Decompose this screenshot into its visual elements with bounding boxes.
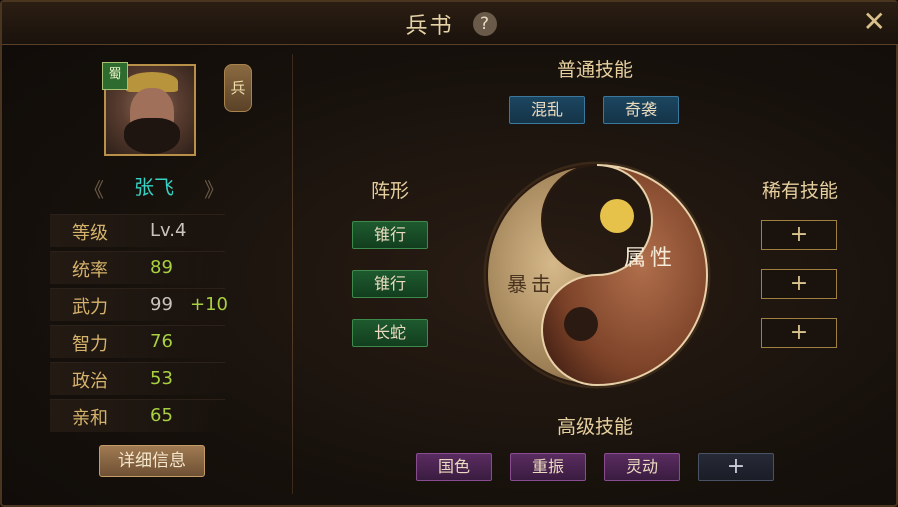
detail-info-button[interactable]: 详细信息 bbox=[99, 445, 205, 477]
stat-label: 武力 bbox=[72, 297, 108, 318]
normal-skills-title: 普通技能 bbox=[556, 59, 633, 81]
general-name: 张飞 bbox=[134, 175, 174, 199]
panel-divider bbox=[292, 54, 293, 494]
close-icon[interactable]: ✕ bbox=[863, 8, 886, 36]
stat-value: 53 bbox=[150, 368, 173, 389]
yang-dot bbox=[600, 199, 634, 233]
advanced-skill-chip[interactable]: 国色 bbox=[416, 453, 492, 481]
advanced-skill-chip[interactable]: 灵动 bbox=[604, 453, 680, 481]
help-icon[interactable]: ? bbox=[472, 12, 497, 36]
crit-label: 暴击 bbox=[507, 272, 555, 296]
rare-skill-slot-add[interactable]: + bbox=[761, 220, 837, 250]
prev-general-arrow-icon[interactable]: 《 bbox=[84, 174, 104, 203]
advanced-skill-chip[interactable]: 重振 bbox=[510, 453, 586, 481]
stat-label: 等级 bbox=[72, 223, 108, 244]
stat-bonus: +10 bbox=[190, 294, 228, 315]
stat-value: 65 bbox=[150, 405, 173, 426]
stat-label: 政治 bbox=[72, 371, 108, 392]
normal-skill-chip[interactable]: 奇袭 bbox=[603, 96, 679, 124]
stat-value: 99 bbox=[150, 294, 173, 315]
attribute-label: 属性 bbox=[624, 246, 677, 271]
stat-row-politics: 政治 53 bbox=[50, 362, 225, 395]
book-window: 兵书 ? ✕ 蜀 兵 《 张飞 》 等级 Lv.4 统率 89 武力 99 +1… bbox=[0, 0, 898, 507]
window-title: 兵书 bbox=[405, 14, 454, 39]
portrait-beard bbox=[124, 118, 180, 154]
stat-value: Lv.4 bbox=[150, 220, 187, 241]
stat-row-intellect: 智力 76 bbox=[50, 325, 225, 358]
rare-skill-slot-add[interactable]: + bbox=[761, 318, 837, 348]
stat-row-level: 等级 Lv.4 bbox=[50, 214, 225, 247]
troop-type-tag: 兵 bbox=[224, 64, 252, 112]
stat-row-force: 武力 99 +10 bbox=[50, 288, 228, 321]
next-general-arrow-icon[interactable]: 》 bbox=[204, 174, 224, 203]
normal-skill-chip[interactable]: 混乱 bbox=[509, 96, 585, 124]
window-title-row: 兵书 ? bbox=[2, 8, 898, 40]
formation-chip[interactable]: 锥行 bbox=[352, 221, 428, 249]
stat-value: 76 bbox=[150, 331, 173, 352]
stat-label: 亲和 bbox=[72, 408, 108, 429]
advanced-skills-title: 高级技能 bbox=[556, 416, 633, 438]
stat-row-command: 统率 89 bbox=[50, 251, 225, 284]
general-name-row: 《 张飞 》 bbox=[84, 172, 224, 202]
yin-dot bbox=[564, 307, 598, 341]
advanced-skill-slot-add[interactable]: + bbox=[698, 453, 774, 481]
formation-title: 阵形 bbox=[370, 180, 409, 202]
stat-label: 智力 bbox=[72, 334, 108, 355]
formation-chip[interactable]: 长蛇 bbox=[352, 319, 428, 347]
title-bar: 兵书 ? ✕ bbox=[2, 2, 898, 45]
stat-label: 统率 bbox=[72, 260, 108, 281]
stat-value: 89 bbox=[150, 257, 173, 278]
rare-skills-title: 稀有技能 bbox=[761, 180, 838, 202]
stat-row-affinity: 亲和 65 bbox=[50, 399, 225, 432]
rare-skill-slot-add[interactable]: + bbox=[761, 269, 837, 299]
faction-badge: 蜀 bbox=[102, 62, 128, 90]
formation-chip[interactable]: 锥行 bbox=[352, 270, 428, 298]
